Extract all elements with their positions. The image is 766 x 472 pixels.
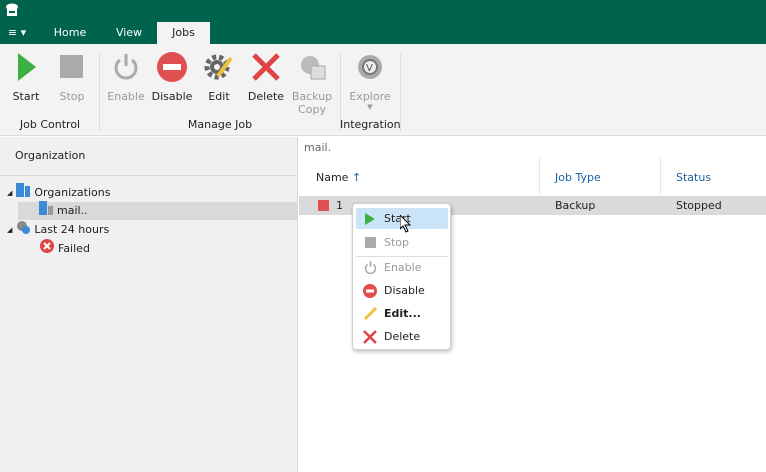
start-button[interactable]: Start — [3, 50, 49, 103]
explore-button[interactable]: V Explore ▼ — [347, 50, 393, 111]
disable-icon — [149, 50, 195, 84]
expand-icon[interactable]: ◢ — [7, 221, 12, 239]
tree-item-org[interactable]: mail.. — [18, 201, 298, 221]
column-header-job-type[interactable]: Job Type — [555, 171, 601, 184]
title-bar: ≡ ▾ Home View Jobs — [0, 0, 766, 44]
svg-text:V: V — [366, 63, 373, 74]
power-icon — [356, 261, 384, 274]
menu-label: Disable — [384, 284, 425, 297]
stop-icon — [356, 237, 384, 248]
menu-item-delete[interactable]: Delete — [356, 326, 448, 347]
stop-label: Stop — [59, 90, 85, 103]
column-label: Name — [316, 171, 349, 184]
column-divider[interactable] — [660, 157, 661, 195]
building-icon — [16, 183, 31, 203]
veeam-explore-icon: V — [347, 50, 393, 84]
play-icon — [356, 212, 384, 225]
group-integration: Integration — [340, 118, 401, 131]
menu-label: Enable — [384, 261, 422, 274]
power-icon — [103, 50, 149, 84]
menu-item-disable[interactable]: Disable — [356, 280, 448, 301]
tree-label: Organizations — [34, 186, 111, 199]
mouse-cursor-icon — [399, 213, 412, 236]
cell-status: Stopped — [676, 199, 722, 212]
menu-label: Stop — [384, 236, 410, 249]
gear-clock-icon — [16, 220, 31, 240]
tree-label: Failed — [58, 242, 90, 255]
gear-copy-icon — [289, 50, 335, 84]
stop-button[interactable]: Stop — [49, 50, 95, 103]
explore-label: Explore — [349, 90, 391, 103]
menu-label: Delete — [384, 330, 421, 343]
tab-jobs[interactable]: Jobs — [157, 22, 210, 44]
disable-button[interactable]: Disable — [149, 50, 195, 103]
divider — [99, 54, 100, 132]
group-manage-job: Manage Job — [187, 118, 253, 131]
navigation-pane: Organization ◢ Organizations mail.. ◢ La… — [0, 137, 298, 472]
expand-icon[interactable]: ◢ — [7, 184, 12, 202]
tree-item-failed[interactable]: Failed — [40, 239, 90, 259]
column-header-status[interactable]: Status — [676, 171, 711, 184]
menu-item-enable[interactable]: Enable — [356, 257, 448, 278]
backup-copy-button[interactable]: Backup Copy — [289, 50, 335, 116]
pencil-icon — [356, 306, 384, 321]
breadcrumb: mail. — [304, 141, 332, 154]
play-icon — [3, 50, 49, 84]
gear-pencil-icon — [196, 50, 242, 84]
enable-button[interactable]: Enable — [103, 50, 149, 103]
sort-ascending-icon: ↑ — [351, 171, 362, 184]
group-job-control: Job Control — [19, 118, 81, 131]
disable-icon — [356, 283, 384, 298]
start-label: Start — [12, 90, 40, 103]
x-icon — [243, 50, 289, 84]
tab-view[interactable]: View — [105, 22, 153, 44]
divider — [0, 175, 296, 176]
stopped-job-icon — [318, 200, 329, 211]
pane-title: Organization — [15, 149, 86, 162]
dropdown-arrow-icon: ▼ — [367, 103, 373, 111]
stop-icon — [49, 50, 95, 84]
column-header-name[interactable]: Name ↑ — [316, 171, 361, 184]
app-logo-icon — [5, 3, 19, 17]
tab-home[interactable]: Home — [45, 22, 95, 44]
ribbon: Start Stop Enable Disable Edit Delete Ba… — [0, 44, 766, 136]
disable-label: Disable — [151, 90, 193, 103]
edit-button[interactable]: Edit — [196, 50, 242, 103]
x-icon — [356, 329, 384, 344]
menu-item-edit[interactable]: Edit... — [356, 303, 448, 324]
menu-label: Edit... — [384, 307, 421, 320]
tree-item-organizations[interactable]: ◢ Organizations — [7, 183, 111, 203]
delete-label: Delete — [247, 90, 285, 103]
backup-copy-label: Backup Copy — [291, 90, 333, 116]
delete-button[interactable]: Delete — [243, 50, 289, 103]
column-divider[interactable] — [539, 157, 540, 195]
organization-icon — [39, 201, 53, 221]
enable-label: Enable — [107, 90, 145, 103]
cell-job-type: Backup — [555, 199, 596, 212]
error-icon — [40, 239, 54, 259]
edit-label: Edit — [208, 90, 230, 103]
tree-label: mail.. — [57, 204, 88, 217]
main-menu-button[interactable]: ≡ ▾ — [4, 22, 30, 44]
tree-item-last-24-hours[interactable]: ◢ Last 24 hours — [7, 221, 109, 239]
cell-name: 1 — [336, 199, 343, 212]
tree-label: Last 24 hours — [34, 223, 110, 236]
